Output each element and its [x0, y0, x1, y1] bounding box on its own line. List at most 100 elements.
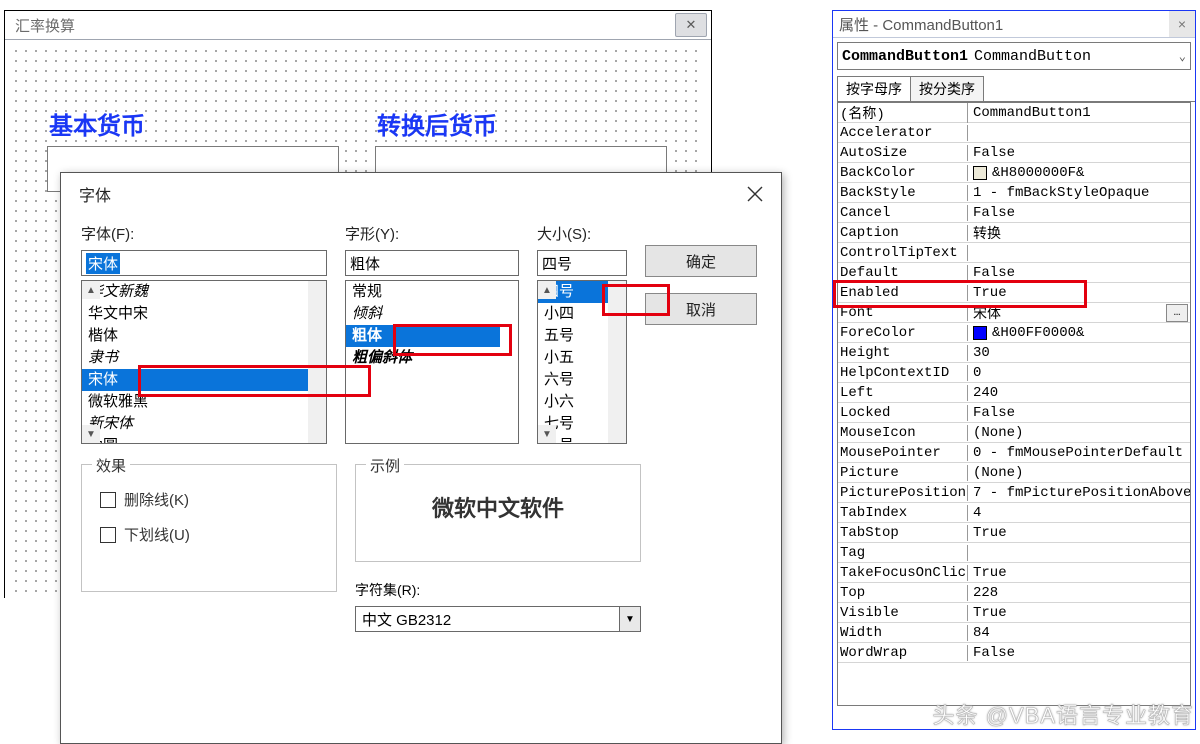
property-value[interactable]: 228 — [968, 585, 1190, 601]
property-value[interactable]: False — [968, 145, 1190, 161]
property-row[interactable]: VisibleTrue — [838, 603, 1190, 623]
property-row[interactable]: Height30 — [838, 343, 1190, 363]
strikethrough-checkbox[interactable]: 删除线(K) — [100, 489, 322, 510]
property-row[interactable]: CancelFalse — [838, 203, 1190, 223]
list-item[interactable]: 华文新魏 — [82, 281, 308, 303]
property-row[interactable]: Font宋体… — [838, 303, 1190, 323]
property-row[interactable]: AutoSizeFalse — [838, 143, 1190, 163]
property-value[interactable]: 30 — [968, 345, 1190, 361]
property-value[interactable]: False — [968, 405, 1190, 421]
property-row[interactable]: ControlTipText — [838, 243, 1190, 263]
property-value[interactable]: 84 — [968, 625, 1190, 641]
ok-button[interactable]: 确定 — [645, 245, 757, 277]
property-value[interactable]: 1 - fmBackStyleOpaque — [968, 185, 1190, 201]
properties-grid[interactable]: (名称)CommandButton1AcceleratorAutoSizeFal… — [837, 102, 1191, 706]
scrollbar[interactable] — [608, 281, 626, 443]
property-key: WordWrap — [838, 645, 968, 661]
list-item[interactable]: 微软雅黑 — [82, 391, 308, 413]
property-value[interactable]: 4 — [968, 505, 1190, 521]
property-value[interactable]: 7 - fmPicturePositionAboveCenter — [968, 485, 1190, 501]
property-value[interactable]: (None) — [968, 465, 1190, 481]
scroll-up-icon[interactable]: ▲ — [82, 281, 100, 299]
ellipsis-button[interactable]: … — [1166, 304, 1188, 322]
scrollbar[interactable] — [308, 281, 326, 443]
list-item[interactable]: 隶书 — [82, 347, 308, 369]
scroll-down-icon[interactable]: ▼ — [82, 425, 100, 443]
property-row[interactable]: LockedFalse — [838, 403, 1190, 423]
font-dialog-close-button[interactable] — [747, 186, 763, 202]
list-item[interactable]: 粗偏斜体 — [346, 347, 500, 369]
scroll-up-icon[interactable]: ▲ — [538, 281, 556, 299]
property-value[interactable]: &H00FF0000& — [968, 325, 1190, 341]
property-row[interactable]: (名称)CommandButton1 — [838, 103, 1190, 123]
property-row[interactable]: Picture(None) — [838, 463, 1190, 483]
property-value[interactable]: &H8000000F& — [968, 165, 1190, 181]
property-row[interactable]: PicturePosition7 - fmPicturePositionAbov… — [838, 483, 1190, 503]
property-value[interactable]: CommandButton1 — [968, 105, 1190, 121]
size-listbox[interactable]: 四号小四五号小五六号小六七号八号 ▲ ▼ — [537, 280, 627, 444]
list-item[interactable]: 六号 — [538, 369, 608, 391]
property-value[interactable]: True — [968, 285, 1190, 301]
list-item[interactable]: 常规 — [346, 281, 500, 303]
style-input[interactable]: 粗体 — [345, 250, 519, 276]
list-item[interactable]: 粗体 — [346, 325, 500, 347]
property-row[interactable]: Caption转换 — [838, 223, 1190, 243]
property-row[interactable]: TabIndex4 — [838, 503, 1190, 523]
property-row[interactable]: Top228 — [838, 583, 1190, 603]
cancel-button[interactable]: 取消 — [645, 293, 757, 325]
property-row[interactable]: Accelerator — [838, 123, 1190, 143]
charset-combo[interactable]: 中文 GB2312 ▼ — [355, 606, 641, 632]
size-input[interactable]: 四号 — [537, 250, 627, 276]
property-value[interactable]: 宋体… — [968, 303, 1190, 323]
property-row[interactable]: ForeColor&H00FF0000& — [838, 323, 1190, 343]
scroll-down-icon[interactable]: ▼ — [538, 425, 556, 443]
property-value[interactable]: 转换 — [968, 223, 1190, 243]
list-item[interactable]: 楷体 — [82, 325, 308, 347]
property-row[interactable]: TakeFocusOnClickTrue — [838, 563, 1190, 583]
style-listbox[interactable]: 常规倾斜粗体粗偏斜体 — [345, 280, 519, 444]
property-row[interactable]: DefaultFalse — [838, 263, 1190, 283]
list-item[interactable]: 新宋体 — [82, 413, 308, 435]
properties-titlebar[interactable]: 属性 - CommandButton1 × — [833, 11, 1195, 38]
list-item[interactable]: 小四 — [538, 303, 608, 325]
property-value[interactable]: True — [968, 605, 1190, 621]
property-row[interactable]: WordWrapFalse — [838, 643, 1190, 663]
tab-alphabetic[interactable]: 按字母序 — [837, 76, 911, 101]
list-item[interactable]: 宋体 — [82, 369, 308, 391]
property-row[interactable]: MousePointer0 - fmMousePointerDefault — [838, 443, 1190, 463]
list-item[interactable]: 幼圆 — [82, 435, 308, 444]
property-row[interactable]: EnabledTrue — [838, 283, 1190, 303]
property-value[interactable]: True — [968, 565, 1190, 581]
font-dialog-header[interactable]: 字体 — [61, 173, 781, 215]
font-input[interactable]: 宋体 — [81, 250, 327, 276]
tab-categorized[interactable]: 按分类序 — [910, 76, 984, 101]
object-selector[interactable]: CommandButton1 CommandButton ⌄ — [837, 42, 1191, 70]
property-row[interactable]: Width84 — [838, 623, 1190, 643]
property-value[interactable]: False — [968, 205, 1190, 221]
property-row[interactable]: BackColor&H8000000F& — [838, 163, 1190, 183]
property-value[interactable]: 0 - fmMousePointerDefault — [968, 445, 1190, 461]
property-row[interactable]: BackStyle1 - fmBackStyleOpaque — [838, 183, 1190, 203]
property-value[interactable]: True — [968, 525, 1190, 541]
property-value[interactable]: 240 — [968, 385, 1190, 401]
list-item[interactable]: 小六 — [538, 391, 608, 413]
list-item[interactable]: 华文中宋 — [82, 303, 308, 325]
underline-checkbox[interactable]: 下划线(U) — [100, 524, 322, 545]
dialog-buttons: 确定 取消 — [645, 223, 761, 444]
list-item[interactable]: 倾斜 — [346, 303, 500, 325]
property-row[interactable]: HelpContextID0 — [838, 363, 1190, 383]
property-row[interactable]: Left240 — [838, 383, 1190, 403]
property-row[interactable]: MouseIcon(None) — [838, 423, 1190, 443]
property-row[interactable]: TabStopTrue — [838, 523, 1190, 543]
userform-titlebar[interactable]: 汇率换算 ✕ — [5, 11, 711, 40]
property-value[interactable]: False — [968, 645, 1190, 661]
properties-close-button[interactable]: × — [1169, 11, 1195, 37]
list-item[interactable]: 五号 — [538, 325, 608, 347]
userform-close-button[interactable]: ✕ — [675, 13, 707, 37]
font-listbox[interactable]: 华文新魏华文中宋楷体隶书宋体微软雅黑新宋体幼圆 ▲ ▼ — [81, 280, 327, 444]
property-value[interactable]: (None) — [968, 425, 1190, 441]
property-value[interactable]: 0 — [968, 365, 1190, 381]
property-row[interactable]: Tag — [838, 543, 1190, 563]
list-item[interactable]: 小五 — [538, 347, 608, 369]
property-value[interactable]: False — [968, 265, 1190, 281]
